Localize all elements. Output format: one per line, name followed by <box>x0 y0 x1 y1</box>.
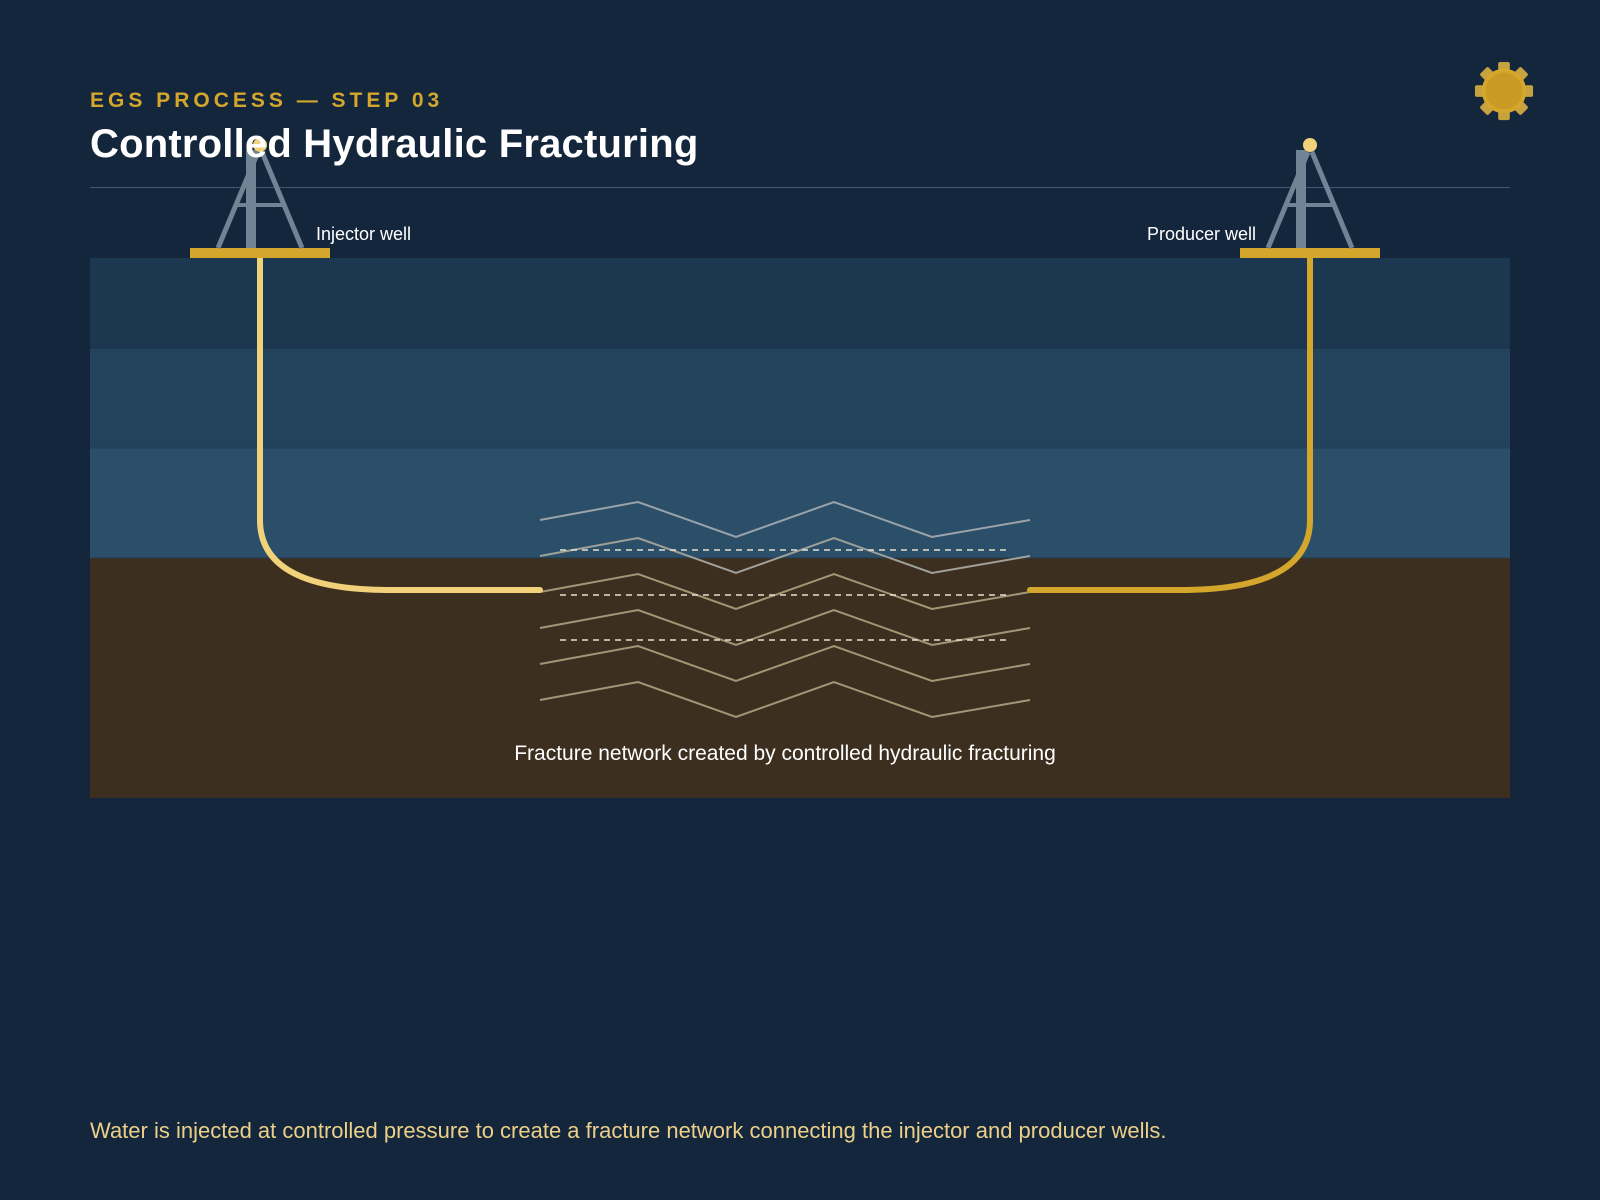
producer-rig-leg-right <box>1309 151 1355 249</box>
gear-icon <box>1474 61 1534 121</box>
strata-layer-3 <box>90 448 1510 558</box>
producer-rig-beacon <box>1303 138 1317 152</box>
injector-rig-base <box>190 248 330 258</box>
producer-rig-base <box>1240 248 1380 258</box>
footer-caption: Water is injected at controlled pressure… <box>90 1118 1167 1143</box>
egs-diagram: Injector well Producer well Fracture net… <box>90 138 1510 798</box>
producer-well-label: Producer well <box>1147 224 1256 244</box>
fracture-network-label: Fracture network created by controlled h… <box>514 742 1056 765</box>
injector-well-label: Injector well <box>316 224 411 244</box>
producer-rig <box>1240 138 1380 258</box>
strata-layer-2 <box>90 348 1510 448</box>
strata-layer-1 <box>90 258 1510 348</box>
page-title: Controlled Hydraulic Fracturing <box>90 122 699 166</box>
